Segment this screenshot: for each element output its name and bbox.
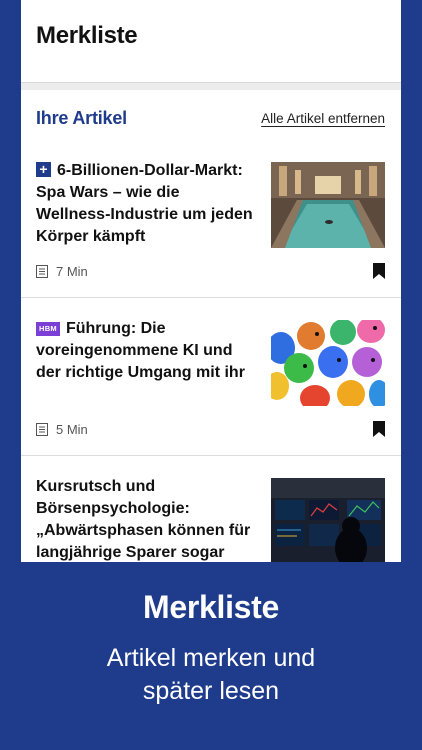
hbm-badge: HBM [36,322,60,336]
promo-subtitle-line: Artikel merken und [106,644,316,672]
article-thumbnail[interactable] [271,320,385,406]
read-time: 7 Min [56,264,88,279]
article-thumbnail[interactable] [271,478,385,562]
article-item[interactable]: +6-Billionen-Dollar-Markt: Spa Wars – wi… [21,140,401,298]
colorful-heads-image [271,320,385,406]
document-icon [36,423,48,436]
article-item[interactable]: HBM Führung: Die voreingenommene KI und d… [21,298,401,456]
read-time: 5 Min [56,422,88,437]
article-meta: 5 Min [36,422,88,437]
article-headline[interactable]: Kursrutsch und Börsenpsychologie: „Abwär… [36,476,258,562]
document-icon [36,265,48,278]
divider [21,83,401,90]
spa-pool-image [271,162,385,248]
article-title: Kursrutsch und Börsenpsychologie: „Abwär… [36,478,251,561]
top-bar: Merkliste [21,0,401,83]
promo-title: Merkliste [142,589,280,625]
app-screen: Merkliste Ihre Artikel Alle Artikel entf… [21,0,401,562]
bookmark-icon[interactable] [373,421,385,437]
promo-subtitle: Artikel merken und später lesen [0,642,422,708]
article-title: Führung: Die voreingenommene KI und der … [36,320,245,381]
trading-screens-image [271,478,385,562]
section-title: Ihre Artikel [36,108,127,128]
page-title: Merkliste [36,22,138,49]
article-headline[interactable]: HBM Führung: Die voreingenommene KI und d… [36,318,258,384]
plus-badge-icon: + [36,162,51,177]
article-thumbnail[interactable] [271,162,385,248]
article-headline[interactable]: +6-Billionen-Dollar-Markt: Spa Wars – wi… [36,160,258,248]
remove-all-articles-link[interactable]: Alle Artikel entfernen [261,111,385,126]
bookmark-icon[interactable] [373,263,385,279]
article-meta: 7 Min [36,264,88,279]
promo-subtitle-line: später lesen [142,677,280,705]
article-title: 6-Billionen-Dollar-Markt: Spa Wars – wie… [36,162,253,245]
article-item[interactable]: Kursrutsch und Börsenpsychologie: „Abwär… [21,456,401,562]
section-header: Ihre Artikel Alle Artikel entfernen [21,90,401,140]
